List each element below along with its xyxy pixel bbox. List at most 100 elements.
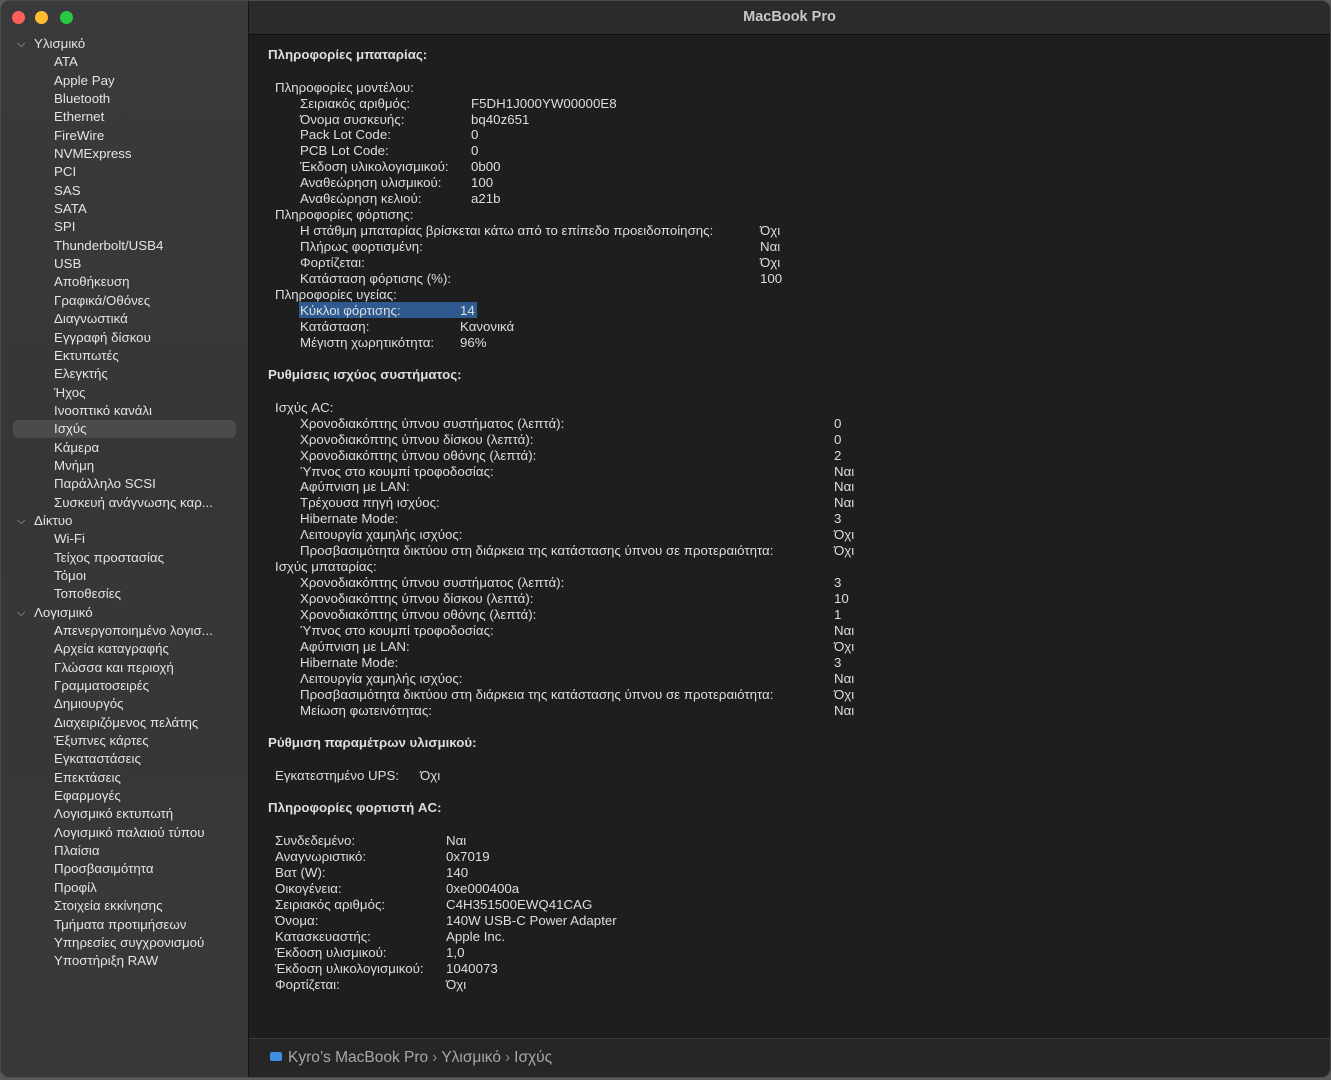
sidebar-item[interactable]: Apple Pay <box>1 72 248 90</box>
chevron-down-icon[interactable]: ⌵ <box>17 37 29 51</box>
chevron-down-icon[interactable]: ⌵ <box>17 514 29 528</box>
sidebar-item[interactable]: Τμήματα προτιμήσεων <box>1 916 248 934</box>
property-value: 1040073 <box>446 960 498 976</box>
sidebar-item[interactable]: Δημιουργός <box>1 695 248 713</box>
sidebar-item[interactable]: Επεκτάσεις <box>1 769 248 787</box>
close-window-button[interactable] <box>12 11 25 24</box>
property-label: PCB Lot Code: <box>300 143 389 159</box>
property-label: Hibernate Mode: <box>300 654 399 670</box>
sidebar-item[interactable]: FireWire <box>1 127 248 145</box>
property-value: 0 <box>471 127 479 143</box>
sidebar-selection-highlight <box>13 420 236 439</box>
sidebar-item[interactable]: Ελεγκτής <box>1 365 248 383</box>
sidebar-item[interactable]: Έξυπνες κάρτες <box>1 732 248 750</box>
sidebar-item[interactable]: Αποθήκευση <box>1 273 248 291</box>
sidebar-category[interactable]: ⌵ Δίκτυο <box>1 512 248 530</box>
sidebar-item[interactable]: Πλαίσια <box>1 842 248 860</box>
sidebar-item[interactable]: SAS <box>1 182 248 200</box>
property-value: Apple Inc. <box>446 928 506 944</box>
sidebar-item[interactable]: Παράλληλο SCSI <box>1 475 248 493</box>
sidebar-item[interactable]: Διαχειριζόμενος πελάτης <box>1 714 248 732</box>
property-value: 96% <box>460 334 487 350</box>
chevron-down-icon[interactable]: ⌵ <box>17 606 29 620</box>
sidebar-item-label: Υποστήριξη RAW <box>54 953 159 969</box>
property-value: 0b00 <box>471 159 501 175</box>
sidebar-item[interactable]: Γραφικά/Οθόνες <box>1 292 248 310</box>
property-label: Βατ (W): <box>275 865 326 880</box>
sidebar-item[interactable]: Ισχύς <box>1 420 248 439</box>
property-value: Ναι <box>834 670 855 686</box>
sidebar-item-label: NVMExpress <box>54 146 132 162</box>
sidebar-item[interactable]: Τείχος προστασίας <box>1 549 248 567</box>
sidebar-item[interactable]: Υπηρεσίες συγχρονισμού <box>1 934 248 952</box>
status-bar: Kyro’s MacBook Pro › Υλισμικό › Ισχύς <box>249 1038 1330 1077</box>
sidebar-item-label: Αποθήκευση <box>54 274 130 290</box>
property-label: Χρονοδιακόπτης ύπνου συστήματος (λεπτά): <box>300 415 565 431</box>
sidebar-item[interactable]: Bluetooth <box>1 90 248 108</box>
breadcrumb-item-power[interactable]: Ισχύς <box>514 1049 552 1066</box>
sidebar-item[interactable]: Στοιχεία εκκίνησης <box>1 897 248 915</box>
property-label: Φορτίζεται: <box>300 254 365 270</box>
sidebar-item-label: Υλισμικό <box>34 36 86 51</box>
sidebar-item[interactable]: Εγγραφή δίσκου <box>1 329 248 347</box>
sidebar-item[interactable]: Απενεργοποιημένο λογισ... <box>1 622 248 640</box>
sidebar-item-label: SAS <box>54 182 81 198</box>
sidebar-item[interactable]: NVMExpress <box>1 145 248 163</box>
sidebar-item[interactable]: Μνήμη <box>1 457 248 475</box>
sidebar-item[interactable]: Γλώσσα και περιοχή <box>1 659 248 677</box>
sidebar-item[interactable]: Ήχος <box>1 384 248 402</box>
breadcrumb-item-computer[interactable]: Kyro’s MacBook Pro <box>288 1049 428 1066</box>
property-label: Αφύπνιση με LAN: <box>300 638 410 654</box>
property-label: Οικογένεια: <box>275 880 342 896</box>
sidebar-item[interactable]: Κάμερα <box>1 439 248 457</box>
sidebar-item[interactable]: Υποστήριξη RAW <box>1 952 248 970</box>
sidebar-item[interactable]: Ινοοπτικό κανάλι <box>1 402 248 420</box>
sidebar-item[interactable]: Τοποθεσίες <box>1 585 248 603</box>
sidebar-category[interactable]: ⌵ Υλισμικό <box>1 35 248 53</box>
property-value: 140 <box>446 865 469 880</box>
sidebar-item-label: Ήχος <box>54 384 86 400</box>
sidebar-item[interactable]: Thunderbolt/USB4 <box>1 237 248 255</box>
property-value: Ναι <box>834 622 855 638</box>
property-value: Όχι <box>760 254 781 270</box>
sidebar-item[interactable]: ATA <box>1 53 248 71</box>
breadcrumb-item-hardware[interactable]: Υλισμικό <box>441 1049 501 1066</box>
breadcrumb-separator: › <box>432 1049 438 1066</box>
property-value: Ναι <box>760 238 781 254</box>
sidebar-category[interactable]: ⌵ Λογισμικό <box>1 604 248 622</box>
sidebar-item[interactable]: Αρχεία καταγραφής <box>1 640 248 658</box>
sidebar-item[interactable]: Εγκαταστάσεις <box>1 750 248 768</box>
property-label: Όνομα: <box>275 912 319 928</box>
sidebar-item-label: Ελεγκτής <box>54 366 108 382</box>
property-label: Η στάθμη μπαταρίας βρίσκεται κάτω από το… <box>300 223 714 239</box>
sidebar-item[interactable]: PCI <box>1 163 248 181</box>
property-label: Έκδοση υλισμικού: <box>275 944 387 960</box>
sidebar-item[interactable]: Γραμματοσειρές <box>1 677 248 695</box>
sidebar-item[interactable]: USB <box>1 255 248 273</box>
minimize-window-button[interactable] <box>35 11 48 24</box>
sidebar-item-label: Εφαρμογές <box>54 788 121 804</box>
property-value: Όχι <box>834 686 855 702</box>
property-label: Τρέχουσα πηγή ισχύος: <box>300 495 440 511</box>
zoom-window-button[interactable] <box>60 11 73 24</box>
property-label: Αναθεώρηση κελιού: <box>300 191 422 207</box>
sidebar-item[interactable]: SATA <box>1 200 248 218</box>
sidebar-item[interactable]: SPI <box>1 218 248 236</box>
sidebar-item-label: Έξυπνες κάρτες <box>54 733 149 749</box>
sidebar-item[interactable]: Προσβασιμότητα <box>1 860 248 878</box>
sidebar-item[interactable]: Διαγνωστικά <box>1 310 248 328</box>
section-title: Πληροφορίες μπαταρίας: <box>268 47 428 62</box>
sidebar-item[interactable]: Εφαρμογές <box>1 787 248 805</box>
sidebar-item[interactable]: Συσκευή ανάγνωσης καρ... <box>1 494 248 512</box>
sidebar-item[interactable]: Wi-Fi <box>1 530 248 548</box>
sidebar-item[interactable]: Τόμοι <box>1 567 248 585</box>
property-value: C4H351500EWQ41CAG <box>446 896 593 912</box>
sidebar-item[interactable]: Προφίλ <box>1 879 248 897</box>
sidebar-item[interactable]: Εκτυπωτές <box>1 347 248 365</box>
group-label: Ισχύς μπαταρίας: <box>275 559 377 575</box>
sidebar-item[interactable]: Λογισμικό εκτυπωτή <box>1 805 248 823</box>
sidebar-item[interactable]: Λογισμικό παλαιού τύπου <box>1 824 248 842</box>
sidebar-item[interactable]: Ethernet <box>1 108 248 126</box>
property-label: Όνομα συσκευής: <box>300 111 405 127</box>
group-label: Πληροφορίες υγείας: <box>275 286 397 302</box>
